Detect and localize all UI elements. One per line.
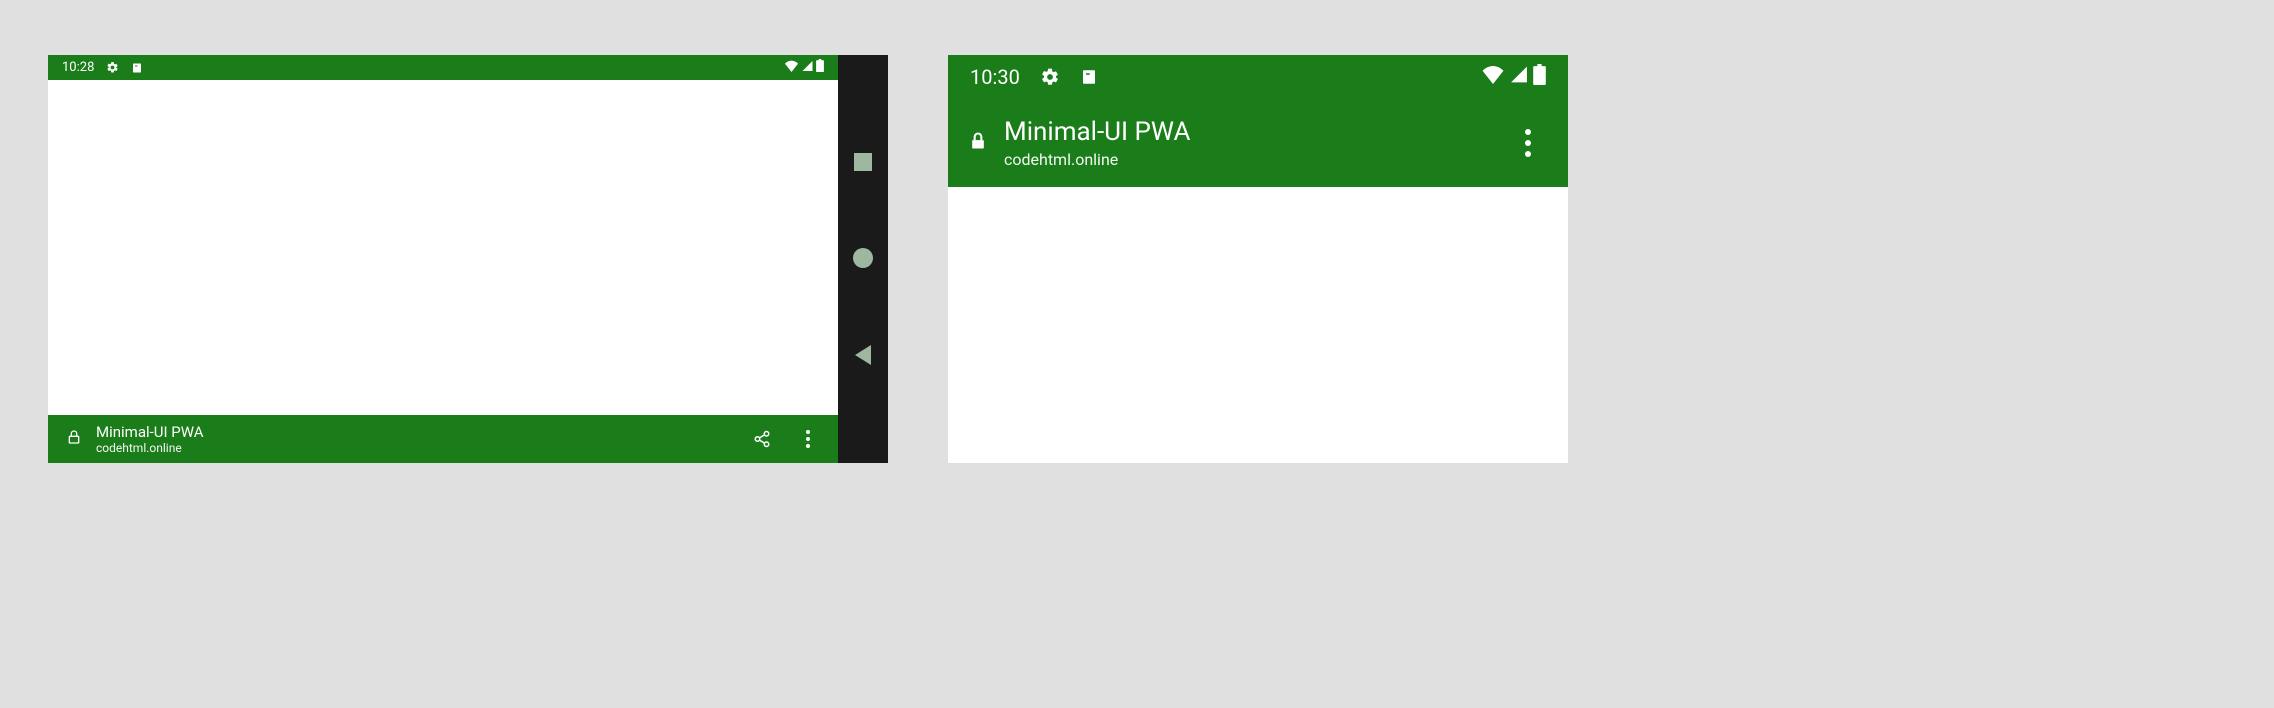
device-portrait: 10:30 Minimal-UI PWA codehtml.: [948, 55, 1568, 463]
gear-icon: [1040, 67, 1060, 87]
status-left: 10:28: [62, 60, 143, 75]
cellular-icon: [801, 60, 814, 76]
lock-icon: [968, 129, 988, 157]
status-time: 10:28: [62, 60, 94, 75]
more-button[interactable]: [1508, 123, 1548, 163]
cellular-icon: [1509, 65, 1529, 89]
status-right: [784, 59, 824, 76]
landscape-main: 10:28: [48, 55, 838, 463]
wifi-icon: [784, 60, 799, 76]
device-landscape: 10:28: [48, 55, 888, 463]
status-right: [1481, 64, 1546, 90]
home-button[interactable]: [853, 248, 873, 268]
webview-content[interactable]: [948, 187, 1568, 463]
wifi-icon: [1481, 65, 1505, 89]
document-icon: [1080, 67, 1098, 87]
app-host: codehtml.online: [1004, 150, 1190, 169]
share-button[interactable]: [746, 423, 778, 455]
back-button[interactable]: [855, 345, 871, 365]
appbar-titles: Minimal-UI PWA codehtml.online: [1004, 117, 1190, 169]
more-button[interactable]: [792, 423, 824, 455]
app-title: Minimal-UI PWA: [96, 423, 204, 441]
status-left: 10:30: [970, 65, 1098, 89]
status-bar: 10:28: [48, 55, 838, 80]
battery-icon: [816, 59, 824, 76]
webview-content[interactable]: [48, 80, 838, 415]
app-host: codehtml.online: [96, 441, 204, 455]
status-bar: 10:30: [948, 55, 1568, 99]
app-title: Minimal-UI PWA: [1004, 117, 1190, 148]
battery-icon: [1533, 64, 1546, 90]
app-bar: Minimal-UI PWA codehtml.online: [48, 415, 838, 463]
lock-icon: [66, 428, 82, 450]
appbar-titles: Minimal-UI PWA codehtml.online: [96, 423, 204, 455]
overview-button[interactable]: [854, 153, 872, 171]
status-time: 10:30: [970, 65, 1020, 89]
document-icon: [131, 62, 143, 74]
system-navbar: [838, 55, 888, 463]
app-bar: Minimal-UI PWA codehtml.online: [948, 99, 1568, 187]
gear-icon: [106, 61, 119, 74]
more-dots-icon: [1525, 129, 1531, 157]
more-dots-icon: [806, 430, 810, 448]
